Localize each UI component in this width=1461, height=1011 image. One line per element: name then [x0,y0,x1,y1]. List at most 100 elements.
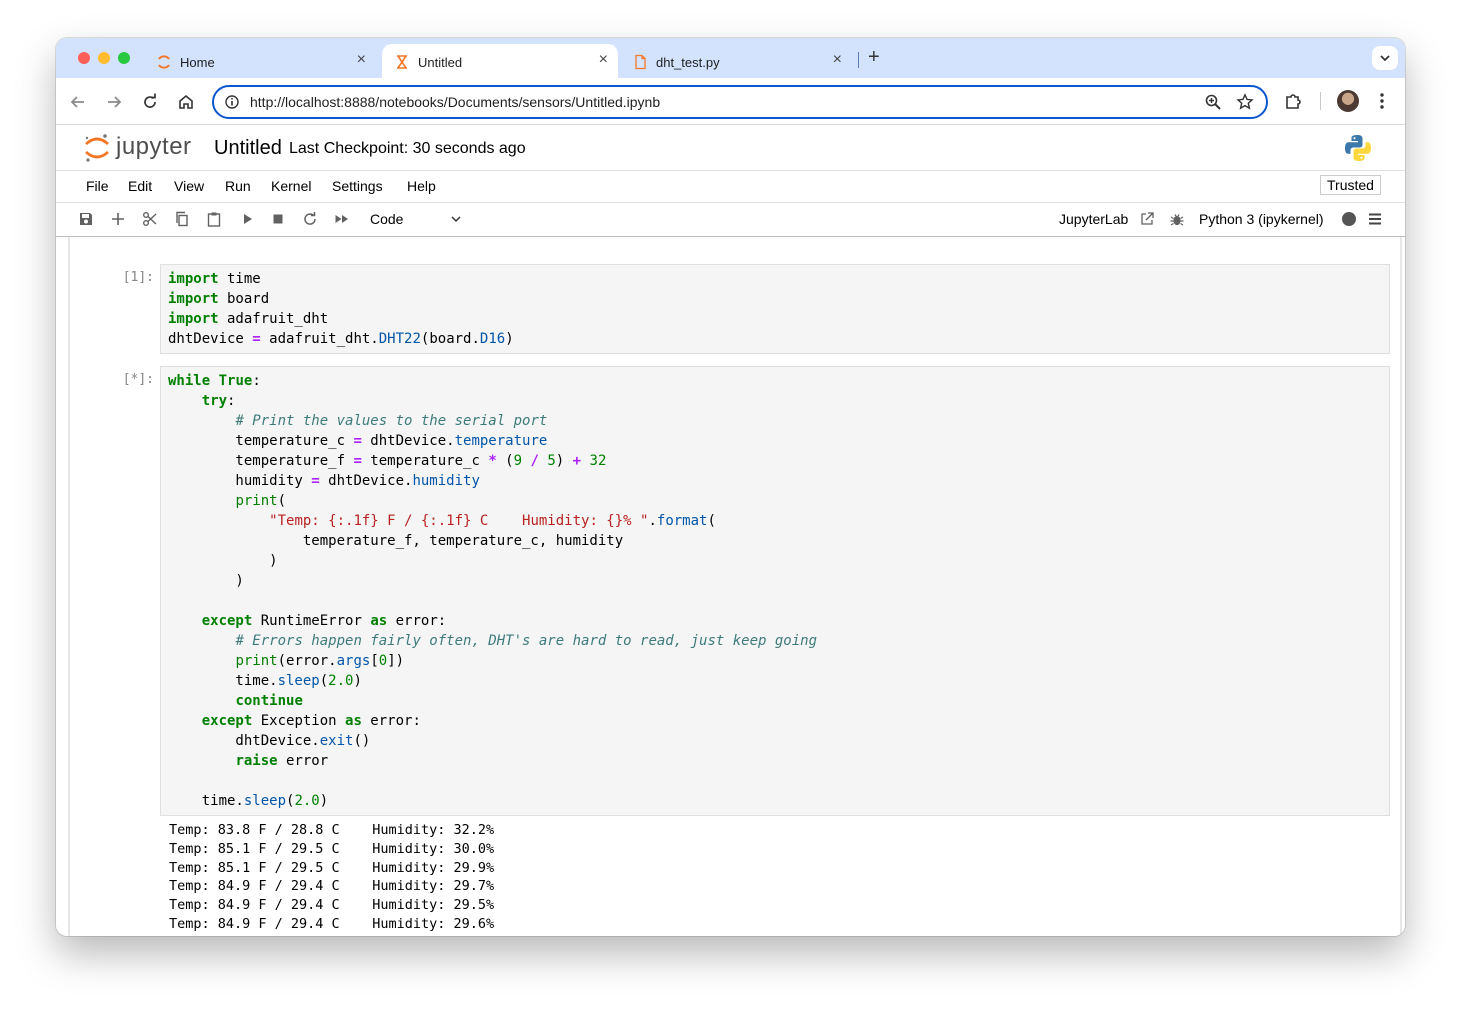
jupyter-wordmark[interactable]: jupyter [116,133,192,161]
close-icon[interactable]: × [357,51,366,69]
code-token: dhtDevice. [319,473,413,489]
menu-settings[interactable]: Settings [332,178,383,194]
back-arrow-icon[interactable] [68,92,88,112]
menu-view[interactable]: View [174,178,204,194]
jupyter-header: jupyter Untitled Last Checkpoint: 30 sec… [56,125,1405,171]
close-icon[interactable]: × [599,51,608,69]
code-token: error [277,753,329,769]
address-row: http://localhost:8888/notebooks/Document… [56,78,1405,125]
code-token: ) [168,573,244,589]
file-tab-icon [635,54,646,70]
menu-icon[interactable] [1367,211,1383,227]
kernel-name[interactable]: Python 3 (ipykernel) [1199,211,1324,227]
browser-window: Home × Untitled × dht_test.py × + http:/… [56,38,1405,936]
code-line: # Print the values to the serial port [168,411,1382,431]
code-token: True [218,373,253,389]
fast-forward-icon[interactable] [334,211,350,227]
chevron-down-icon[interactable] [450,213,462,225]
code-line: except Exception as error: [168,711,1382,731]
tab-separator [858,52,859,68]
extensions-icon[interactable] [1284,91,1304,111]
code-editor[interactable]: while True: try: # Print the values to t… [161,367,1389,815]
code-token: dhtDevice. [361,433,455,449]
code-token: 2.0 [294,793,320,809]
stop-icon[interactable] [270,211,286,227]
profile-avatar[interactable] [1337,90,1359,112]
code-line: except RuntimeError as error: [168,611,1382,631]
tab-search-button[interactable] [1372,46,1398,70]
code-line: time.sleep(2.0) [168,671,1382,691]
code-line: ​ [168,771,1382,791]
copy-icon[interactable] [174,211,190,227]
code-line: print(error.args[0]) [168,651,1382,671]
code-line: while True: [168,371,1382,391]
code-cell-input[interactable]: import time import board import adafruit_d… [160,264,1390,354]
tab-untitled[interactable]: Untitled × [382,44,618,78]
code-token: print [235,493,278,509]
debugger-icon[interactable] [1169,211,1185,227]
url-text[interactable]: http://localhost:8888/notebooks/Document… [250,94,660,110]
code-line: print( [168,491,1382,511]
code-token: "Temp: {:.1f} F / {:.1f} C Humidity: {}%… [269,513,649,529]
menu-run[interactable]: Run [225,178,251,194]
menu-kernel[interactable]: Kernel [271,178,311,194]
jupyter-logo-icon[interactable] [83,133,111,163]
code-token: ]) [387,653,405,669]
code-line: import time [168,269,1382,289]
code-token: = [353,453,362,469]
cut-icon[interactable] [142,211,158,227]
tab-home[interactable]: Home × [156,44,376,78]
code-token: ) [353,673,362,689]
minimize-window-button[interactable] [98,52,110,64]
code-line: humidity = dhtDevice.humidity [168,471,1382,491]
code-cell-input[interactable]: while True: try: # Print the values to t… [160,366,1390,816]
code-token: while [168,373,211,389]
code-token: 2.0 [328,673,354,689]
forward-arrow-icon[interactable] [104,92,124,112]
close-icon[interactable]: × [833,51,842,69]
code-editor[interactable]: import time import board import adafruit_d… [161,265,1389,353]
plus-icon[interactable]: + [868,46,880,69]
code-line: continue [168,691,1382,711]
code-token: : [227,393,236,409]
tab-dht-test[interactable]: dht_test.py × [632,44,852,78]
menu-file[interactable]: File [86,178,109,194]
cell-type-select[interactable]: Code [370,211,403,227]
trusted-indicator[interactable]: Trusted [1320,175,1381,195]
code-token: as [345,713,362,729]
zoom-window-button[interactable] [118,52,130,64]
reload-icon[interactable] [140,92,160,112]
jupyterlab-link[interactable]: JupyterLab [1059,211,1128,227]
paste-icon[interactable] [206,211,222,227]
code-token: error: [361,713,421,729]
omnibox[interactable]: http://localhost:8888/notebooks/Document… [212,85,1268,119]
restart-icon[interactable] [302,211,318,227]
close-window-button[interactable] [78,52,90,64]
code-token: time [218,271,261,287]
menu-help[interactable]: Help [407,178,436,194]
output-line: Temp: 85.1 F / 29.5 C Humidity: 30.0% [169,840,495,857]
code-token: exit [319,733,354,749]
code-token: import [168,291,219,307]
notebook-scrollbar [1400,237,1402,936]
code-token: adafruit_dht. [260,331,379,347]
code-token: sleep [243,793,287,809]
run-icon[interactable] [239,211,255,227]
zoom-icon[interactable] [1204,93,1222,111]
code-line: dhtDevice = adafruit_dht.DHT22(board.D16… [168,329,1382,349]
star-icon[interactable] [1236,93,1254,111]
code-token: ) [168,553,278,569]
tab-home-label: Home [180,55,215,70]
home-icon[interactable] [176,92,196,112]
more-vert-icon[interactable] [1374,91,1390,111]
menu-edit[interactable]: Edit [128,178,152,194]
cell-prompt: [*]: [122,372,154,387]
external-link-icon[interactable] [1139,211,1155,227]
insert-cell-icon[interactable] [110,211,126,227]
save-icon[interactable] [78,211,94,227]
notebook-title[interactable]: Untitled [214,137,282,160]
site-info-icon[interactable] [224,94,240,110]
